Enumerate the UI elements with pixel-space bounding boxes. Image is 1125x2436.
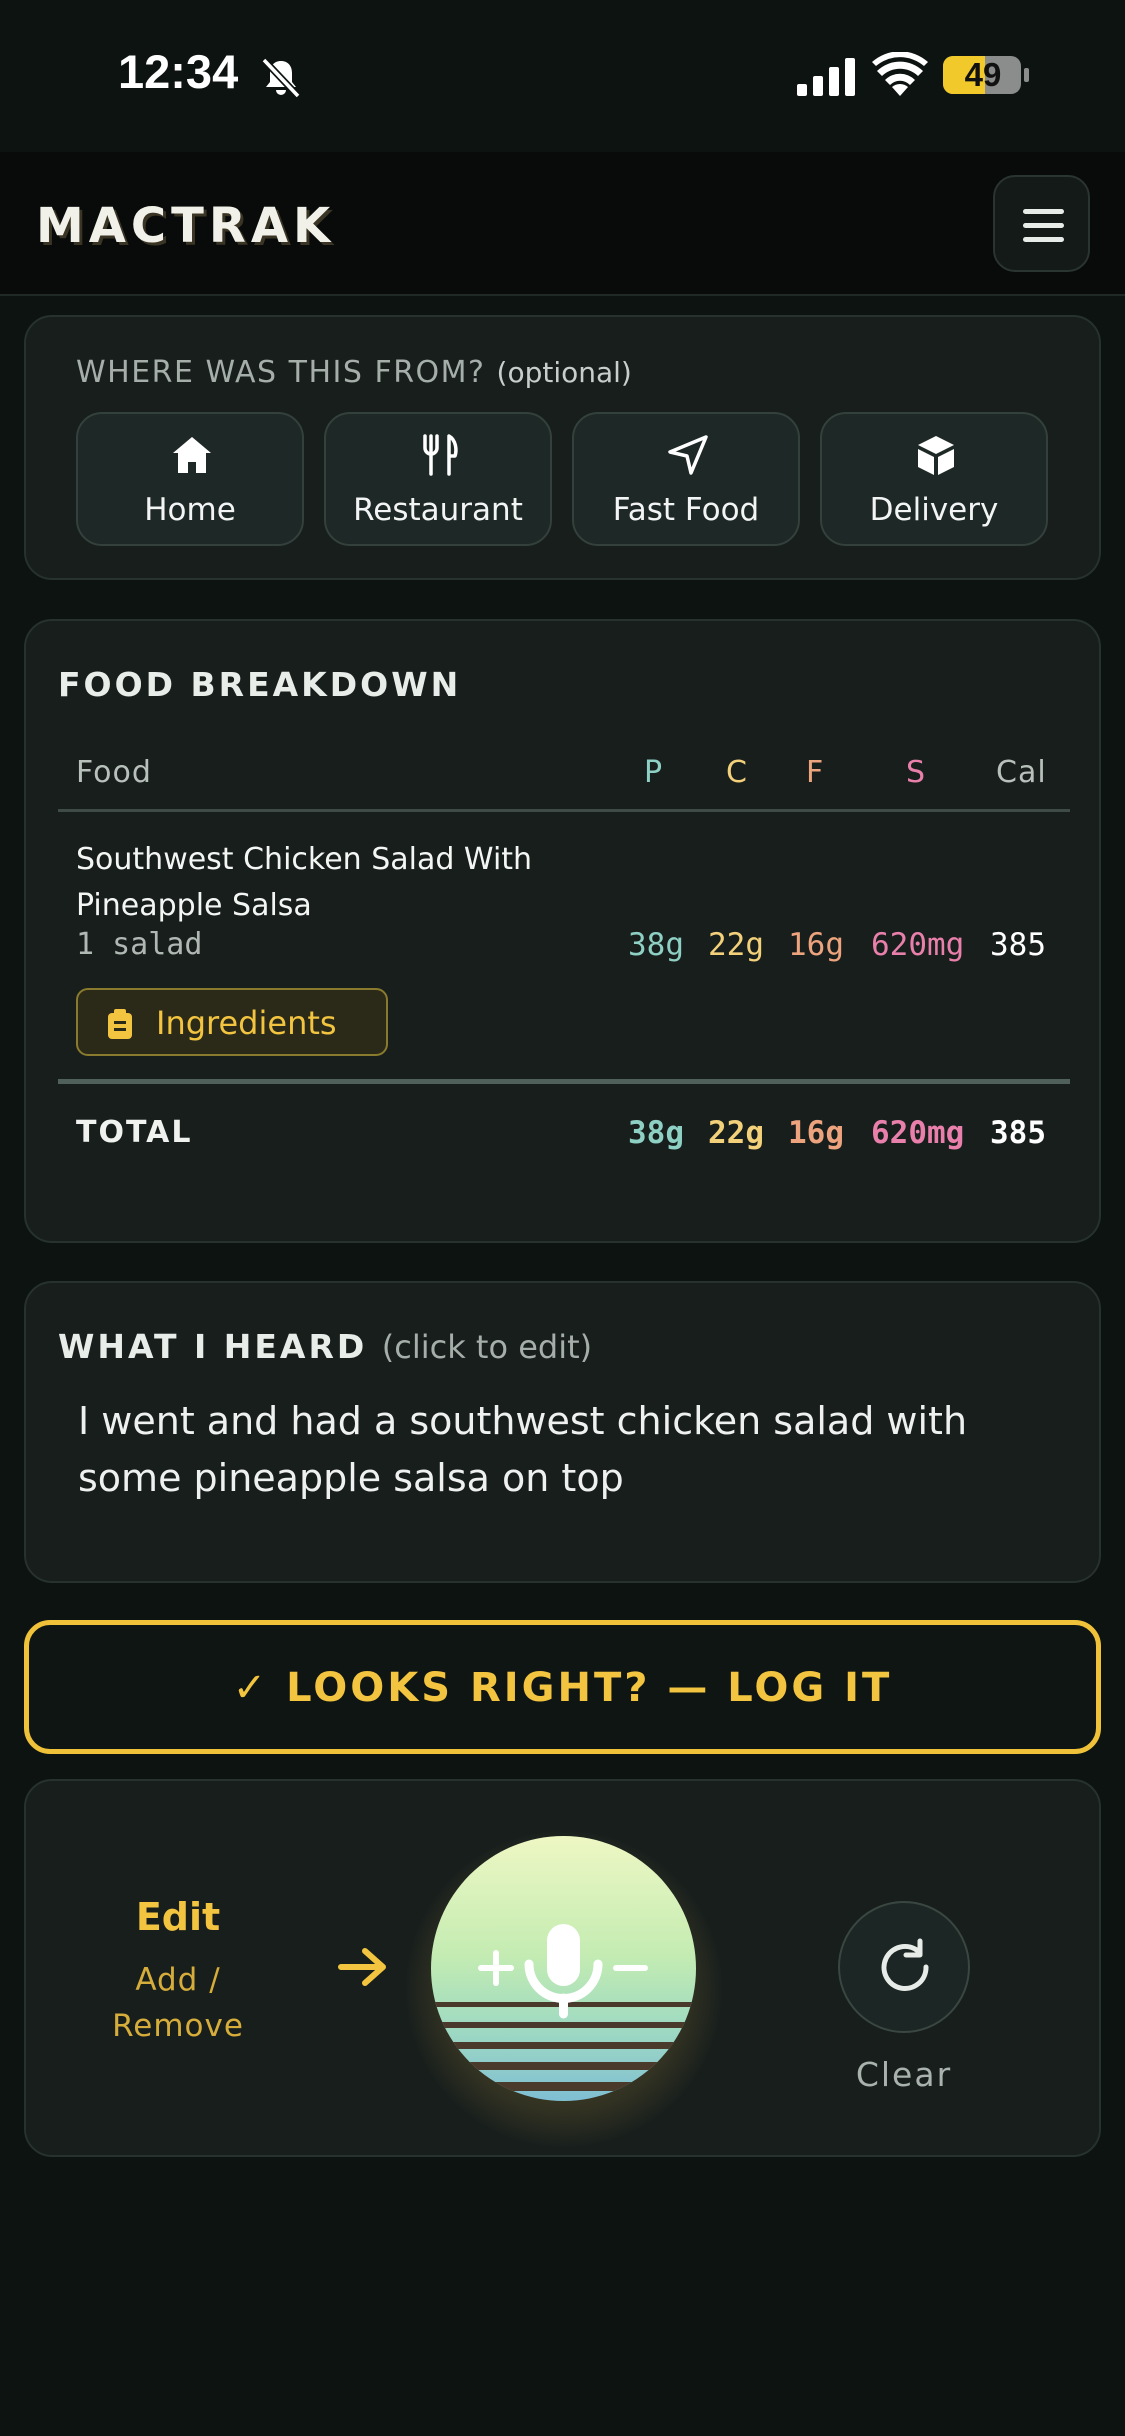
total-fat: 16g: [788, 1115, 844, 1151]
column-header-food: Food: [76, 755, 152, 790]
log-it-button[interactable]: ✓ LOOKS RIGHT? — LOG IT: [24, 1620, 1101, 1754]
column-header-fat: F: [806, 755, 825, 790]
utensils-icon: [423, 434, 458, 476]
wifi-icon: [872, 52, 928, 96]
food-item-quantity: 1 salad: [76, 927, 203, 962]
food-breakdown-card: FOOD BREAKDOWN Food P C F S Cal Southwes…: [24, 619, 1101, 1243]
microphone-button[interactable]: [431, 1836, 696, 2101]
status-bar: 12:34 49: [0, 0, 1125, 152]
total-divider: [58, 1079, 1070, 1084]
status-time: 12:34: [118, 45, 239, 98]
source-option-home[interactable]: Home: [76, 412, 304, 546]
refresh-icon: [881, 1938, 929, 1991]
ingredients-button-label: Ingredients: [156, 1004, 337, 1042]
column-header-carbs: C: [726, 755, 748, 790]
source-option-label: Home: [144, 492, 236, 528]
edit-mode-label: Edit: [135, 1895, 221, 1939]
bell-slash-icon: [261, 57, 301, 99]
source-option-label: Delivery: [869, 492, 999, 528]
what-i-heard-title: WHAT I HEARD (click to edit): [58, 1327, 592, 1366]
hamburger-icon-line: [1023, 237, 1064, 242]
column-header-protein: P: [644, 755, 664, 790]
source-option-delivery[interactable]: Delivery: [820, 412, 1048, 546]
source-optional-hint: (optional): [496, 356, 632, 389]
app-header: MACTRAK: [0, 152, 1125, 296]
source-question-text: WHERE WAS THIS FROM?: [76, 355, 486, 390]
total-carbs: 22g: [708, 1115, 764, 1151]
what-i-heard-hint: (click to edit): [381, 1328, 593, 1366]
edit-mode-sublabel: Add / Remove: [26, 1957, 330, 2049]
clear-button[interactable]: [838, 1901, 970, 2033]
total-protein: 38g: [628, 1115, 684, 1151]
hamburger-icon-line: [1023, 209, 1064, 214]
food-breakdown-title: FOOD BREAKDOWN: [58, 665, 462, 704]
navigation-arrow-icon: [668, 435, 708, 475]
clipboard-icon: [108, 1009, 132, 1039]
food-item-protein: 38g: [628, 927, 684, 963]
column-header-sodium: S: [906, 755, 927, 790]
header-divider: [58, 809, 1070, 812]
source-option-label: Fast Food: [612, 492, 760, 528]
voice-controls-card: Edit Add / Remove Clear: [24, 1779, 1101, 2157]
food-item-calories: 385: [990, 927, 1046, 963]
food-item-fat: 16g: [788, 927, 844, 963]
what-i-heard-card[interactable]: WHAT I HEARD (click to edit) I went and …: [24, 1281, 1101, 1583]
column-header-calories: Cal: [996, 755, 1047, 790]
source-question: WHERE WAS THIS FROM? (optional): [76, 355, 632, 390]
source-option-fast-food[interactable]: Fast Food: [572, 412, 800, 546]
source-option-restaurant[interactable]: Restaurant: [324, 412, 552, 546]
hamburger-icon-line: [1023, 223, 1064, 228]
what-i-heard-label: WHAT I HEARD: [58, 1327, 368, 1366]
total-label: TOTAL: [76, 1115, 193, 1150]
box-icon: [918, 436, 954, 475]
log-it-button-label: ✓ LOOKS RIGHT? — LOG IT: [232, 1665, 893, 1711]
transcript-text[interactable]: I went and had a southwest chicken salad…: [78, 1393, 1068, 1507]
total-calories: 385: [990, 1115, 1046, 1151]
clear-button-label: Clear: [855, 2055, 953, 2094]
total-sodium: 620mg: [871, 1115, 965, 1151]
battery-percentage: 49: [964, 56, 1002, 93]
home-icon: [173, 437, 211, 473]
food-item-carbs: 22g: [708, 927, 764, 963]
cellular-signal-icon: [797, 58, 855, 96]
source-card: WHERE WAS THIS FROM? (optional) Home Res…: [24, 315, 1101, 580]
food-item-sodium: 620mg: [871, 927, 965, 963]
app-title: MACTRAK: [36, 198, 336, 254]
ingredients-button[interactable]: Ingredients: [76, 988, 388, 1056]
edit-mode-sublabel-line: Add /: [135, 1962, 221, 1998]
source-option-label: Restaurant: [353, 492, 523, 528]
menu-button[interactable]: [993, 175, 1090, 272]
edit-mode-sublabel-line: Remove: [112, 2008, 244, 2044]
arrow-right-icon: [338, 1948, 386, 1986]
food-item-name: Southwest Chicken Salad With Pineapple S…: [76, 842, 533, 923]
